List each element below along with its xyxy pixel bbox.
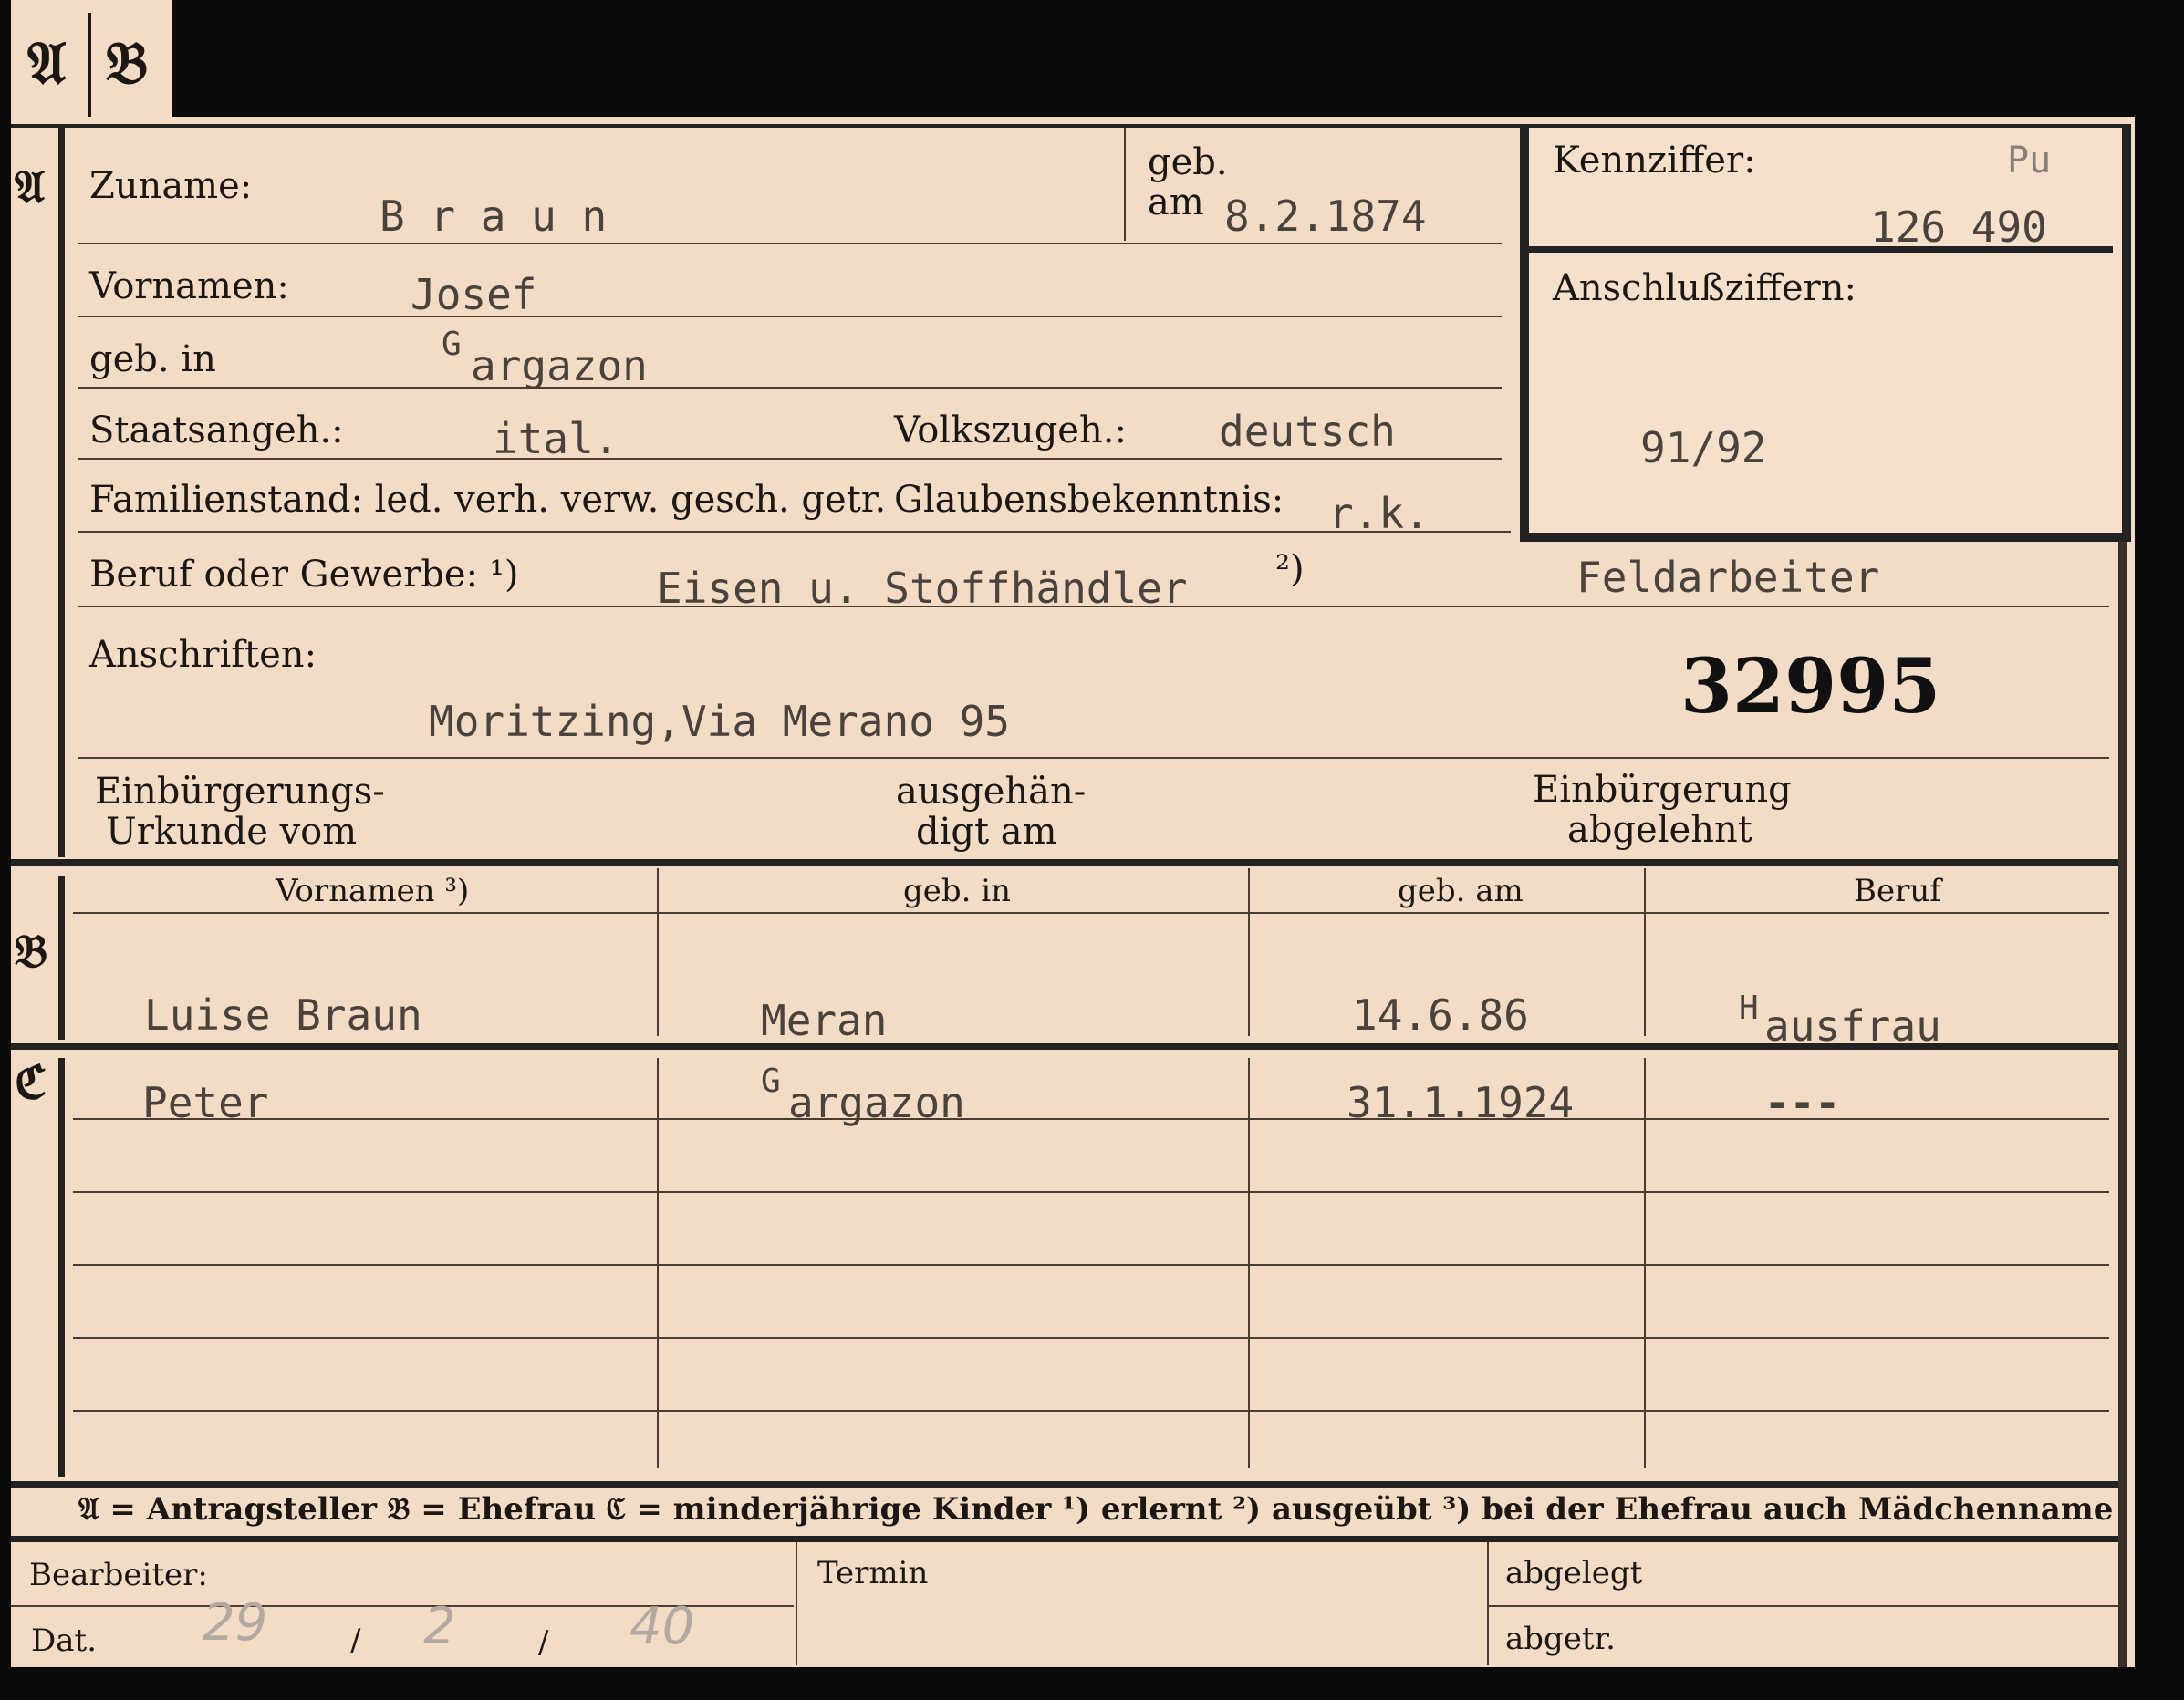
born-on-label-1: geb.	[1148, 141, 1228, 183]
table-row-line	[73, 1191, 2109, 1193]
header-born-in: geb. in	[903, 873, 1012, 909]
address-value: Moritzing,Via Merano 95	[429, 697, 1010, 746]
header-born-on: geb. am	[1398, 873, 1524, 909]
naturalization-label-2: Urkunde vom	[106, 811, 358, 853]
row-line	[78, 531, 1511, 533]
date-sep-2: /	[538, 1624, 549, 1661]
section-a-border	[58, 128, 65, 857]
occupation-practiced: Feldarbeiter	[1576, 553, 1880, 602]
surname-label: Zuname:	[89, 165, 253, 207]
born-on-divider	[1124, 128, 1126, 241]
top-rule	[11, 124, 1525, 128]
footer-divider	[1487, 1541, 1489, 1665]
clerk-label: Bearbeiter:	[29, 1557, 208, 1593]
table-row-line	[73, 1118, 2109, 1120]
col-divider	[657, 868, 659, 1036]
section-letter-b: 𝔅	[15, 924, 48, 978]
occupation-learned: Eisen u. Stoffhändler	[657, 564, 1188, 613]
tab-letter-b: 𝔅	[106, 29, 149, 98]
rejected-label-2: abgelehnt	[1567, 809, 1752, 851]
rejected-label-1: Einbürgerung	[1533, 769, 1792, 811]
spouse-occupation-initial: H	[1739, 990, 1759, 1027]
id-label: Kennziffer:	[1553, 140, 1756, 181]
handed-label-2: digt am	[916, 811, 1057, 853]
deadline-label: Termin	[817, 1555, 929, 1591]
firstnames-label: Vornamen:	[89, 265, 289, 307]
section-letter-c: ℭ	[15, 1055, 47, 1109]
section-tab: 𝔄 𝔅	[11, 0, 172, 120]
legend-bottom-rule	[11, 1536, 2118, 1542]
id-number: 126 490	[1870, 202, 2047, 252]
id-box-divider	[1529, 246, 2113, 253]
spouse-born-on: 14.6.86	[1352, 990, 1529, 1040]
date-label: Dat.	[31, 1622, 98, 1659]
table-row-line	[73, 1264, 2109, 1266]
header-firstnames: Vornamen ³)	[276, 873, 470, 909]
date-year: 40	[629, 1597, 695, 1656]
row-line	[78, 243, 1502, 244]
tab-divider	[88, 13, 91, 120]
section-b-bottom-rule	[11, 1043, 2118, 1050]
occupation-mark: ²)	[1275, 548, 1305, 590]
link-number: 91/92	[1640, 423, 1767, 472]
col-divider	[1644, 868, 1646, 1036]
section-b-border	[58, 876, 65, 1040]
row-line	[78, 606, 2109, 607]
footer-line	[1489, 1605, 2118, 1607]
born-on-value: 8.2.1874	[1224, 192, 1427, 241]
row-line	[78, 458, 1502, 460]
born-on-label-2: am	[1148, 181, 1204, 223]
section-c-border	[58, 1058, 65, 1477]
section-letter-a: 𝔄	[15, 160, 46, 213]
date-month: 2	[423, 1597, 456, 1656]
file-number: 32995	[1680, 643, 1941, 731]
handed-label-1: ausgehän-	[896, 771, 1087, 813]
religion-label: Glaubensbekenntnis:	[894, 479, 1284, 521]
header-line	[73, 912, 2109, 914]
header-occupation: Beruf	[1854, 873, 1941, 909]
table-row-line	[73, 1337, 2109, 1339]
legend-top-rule	[11, 1481, 2118, 1488]
spouse-firstnames: Luise Braun	[144, 990, 422, 1040]
row-line	[78, 757, 2109, 759]
link-label: Anschlußziffern:	[1553, 267, 1856, 309]
date-day: 29	[203, 1593, 268, 1653]
section-a-bottom-rule	[11, 859, 2118, 866]
born-in-initial: G	[442, 326, 462, 363]
spouse-occupation: ausfrau	[1764, 1001, 1941, 1051]
tab-letter-a: 𝔄	[27, 29, 67, 98]
religion-value: r.k.	[1328, 489, 1430, 538]
firstnames-value: Josef	[411, 270, 537, 319]
addresses-label: Anschriften:	[89, 634, 317, 676]
footer-divider	[796, 1541, 797, 1665]
ethnicity-label: Volkszugeh.:	[894, 409, 1127, 451]
spouse-born-in: Meran	[761, 996, 888, 1045]
ethnicity-value: deutsch	[1219, 407, 1396, 456]
id-box	[1520, 124, 2131, 542]
filed-label: abgelegt	[1505, 1555, 1643, 1591]
born-in-value: argazon	[471, 341, 648, 390]
row-line	[78, 316, 1502, 317]
col-divider	[1248, 868, 1250, 1036]
family-status-label: Familienstand: led. verh. verw. gesch. g…	[89, 479, 887, 521]
naturalization-label-1: Einbürgerungs-	[95, 771, 385, 813]
born-in-label: geb. in	[89, 338, 216, 380]
citizenship-value: ital.	[493, 414, 619, 463]
occupation-label: Beruf oder Gewerbe: ¹)	[89, 554, 519, 596]
id-prefix: Pu	[2007, 140, 2052, 181]
child-born-in-initial: G	[761, 1062, 781, 1100]
date-sep-1: /	[350, 1622, 361, 1659]
citizenship-label: Staatsangeh.:	[89, 409, 344, 451]
table-row-line	[73, 1410, 2109, 1412]
row-line	[78, 387, 1502, 389]
separated-label: abgetr.	[1505, 1621, 1616, 1657]
surname-value: B r a u n	[380, 192, 608, 241]
legend-text: 𝔄 = Antragsteller 𝔅 = Ehefrau ℭ = minder…	[78, 1491, 2114, 1528]
